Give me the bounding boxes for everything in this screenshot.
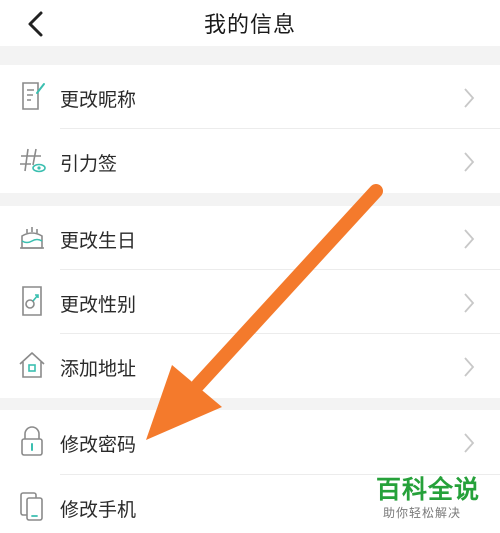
section-gap [0,398,500,410]
row-label: 更改性别 [60,294,137,316]
row-label: 更改生日 [60,230,137,252]
chevron-right-icon [464,433,475,453]
settings-row-change-nickname[interactable]: 更改昵称 [0,65,500,129]
section-gap [0,46,500,65]
chevron-right-icon [464,229,475,249]
settings-row-change-password[interactable]: 修改密码 [0,410,500,474]
phone-icon [20,492,43,521]
home-icon [19,352,45,378]
row-label: 修改手机 [60,499,137,521]
chevron-right-icon [464,88,475,108]
settings-row-change-birthday[interactable]: 更改生日 [0,206,500,270]
hashtag-eye-icon [20,148,46,173]
settings-row-change-gender[interactable]: 更改性别 [0,270,500,334]
note-edit-icon [22,82,45,110]
top-nav-bar: 我的信息 [0,0,500,46]
row-label: 更改昵称 [60,89,137,111]
page-title: 我的信息 [203,13,296,38]
chevron-right-icon [464,152,475,172]
gender-icon [22,286,42,316]
row-label: 引力签 [60,153,118,175]
row-label: 修改密码 [60,434,137,456]
cake-icon [20,227,44,249]
chevron-right-icon [464,357,475,377]
settings-row-add-address[interactable]: 添加地址 [0,334,500,398]
watermark-slogan: 助你轻松解决 [383,506,462,520]
chevron-right-icon [464,293,475,313]
section-gap [0,193,500,206]
row-label: 添加地址 [60,358,137,380]
settings-row-gravity-tag[interactable]: 引力签 [0,129,500,193]
watermark-brand: 百科全说 [376,475,481,504]
lock-icon [21,426,43,456]
